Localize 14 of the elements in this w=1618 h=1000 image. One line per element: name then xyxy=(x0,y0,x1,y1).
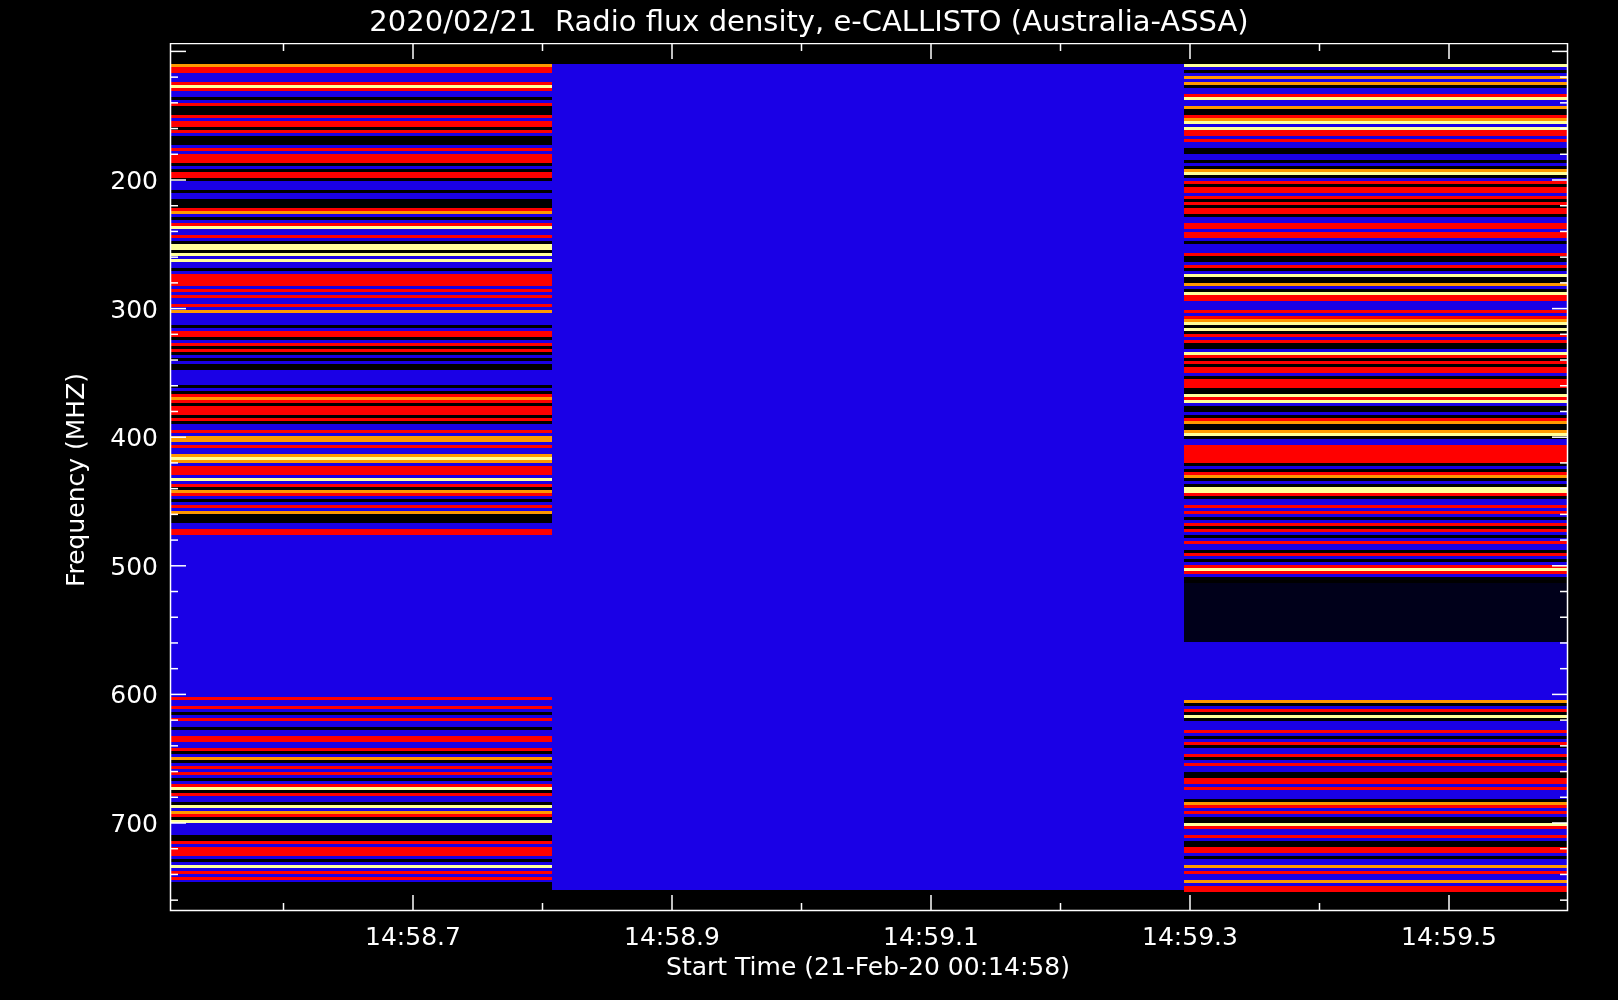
tick-label: 14:58.9 xyxy=(624,922,720,951)
tick-label: 700 xyxy=(110,809,158,838)
tick-label: 14:59.5 xyxy=(1401,922,1497,951)
tick-label: 200 xyxy=(110,166,158,195)
tick-label: 14:59.3 xyxy=(1142,922,1238,951)
tick-label: 14:59.1 xyxy=(883,922,979,951)
tick-label: 300 xyxy=(110,294,158,324)
tick-label: 14:58.7 xyxy=(365,922,461,951)
axis-title: Start Time (21-Feb-20 00:14:58) xyxy=(666,952,1070,981)
tick-label: 400 xyxy=(110,423,158,453)
tick-label: 600 xyxy=(110,680,158,710)
tick-label: 500 xyxy=(110,551,158,581)
chart-title: 2020/02/21 Radio flux density, e-CALLISTO (Australia-ASSA) xyxy=(369,7,1249,36)
axis-title: Frequency (MHZ) xyxy=(61,372,90,588)
